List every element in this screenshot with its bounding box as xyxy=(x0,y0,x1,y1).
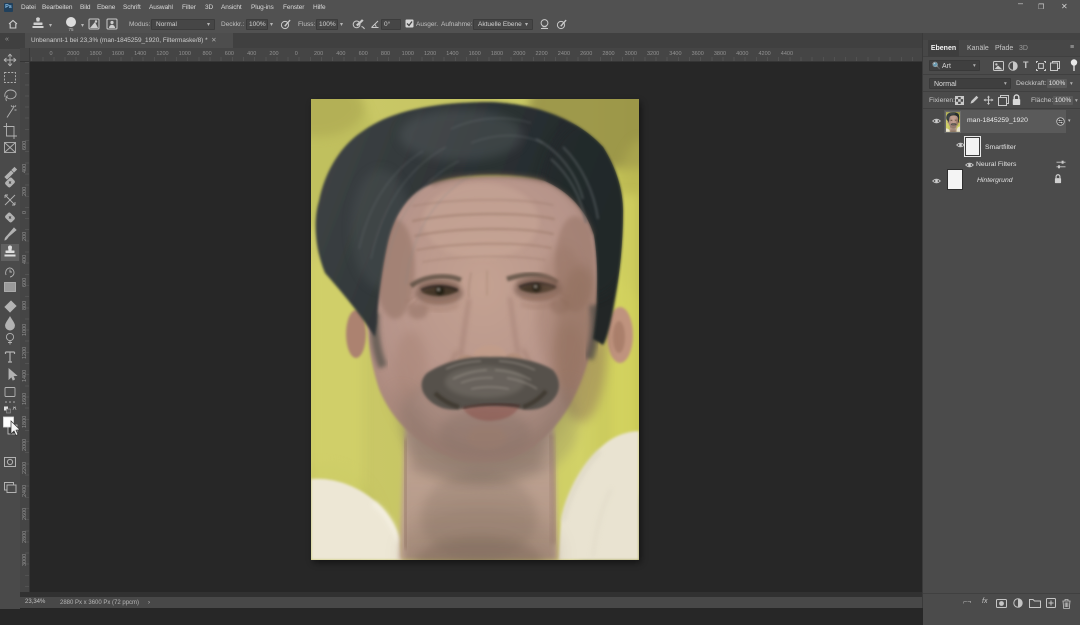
svg-text:75: 75 xyxy=(68,27,74,32)
